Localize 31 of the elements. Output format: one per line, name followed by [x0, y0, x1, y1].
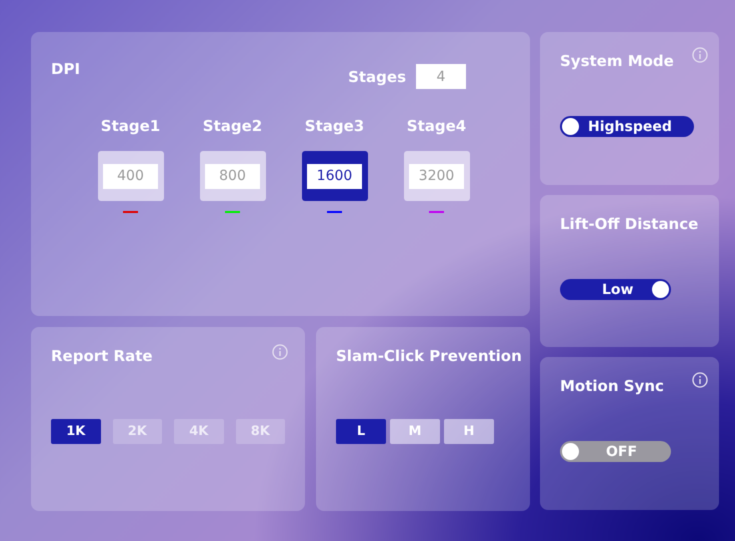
stages-label: Stages	[348, 68, 406, 86]
stage-tile[interactable]: 3200	[404, 151, 470, 201]
toggle-switch[interactable]: Low	[560, 279, 672, 300]
card-title: Motion Sync	[560, 377, 664, 395]
toggle-knob[interactable]	[562, 443, 579, 460]
card-title: Lift-Off Distance	[560, 215, 698, 233]
stage-label: Stage4	[406, 117, 466, 135]
dpi-value-field[interactable]: 800	[205, 164, 260, 188]
stage-label: Stage3	[304, 117, 364, 135]
toggle-knob[interactable]	[652, 281, 670, 298]
dpi-value-field[interactable]: 3200	[409, 164, 464, 188]
card-title: Slam-Click Prevention	[336, 347, 522, 365]
stage-tile[interactable]: 800	[200, 151, 266, 201]
rate-option[interactable]: 1K	[51, 419, 100, 444]
stage-label: Stage2	[202, 117, 262, 135]
toggle-switch[interactable]: Highspeed	[560, 116, 694, 137]
toggle-switch[interactable]: OFF	[560, 441, 672, 462]
toggle-knob[interactable]	[562, 118, 579, 135]
stages-field[interactable]: 4	[416, 64, 466, 89]
stage-tile[interactable]: 400	[98, 151, 164, 201]
level-option[interactable]: H	[444, 419, 494, 444]
dpi-value-field[interactable]: 400	[103, 164, 158, 188]
level-option[interactable]: L	[336, 419, 386, 444]
card-title: System Mode	[560, 52, 674, 70]
card-title: Report Rate	[51, 347, 153, 365]
dpi-value-field[interactable]: 1600	[307, 164, 362, 188]
info-icon[interactable]	[692, 372, 708, 388]
level-option[interactable]: M	[390, 419, 440, 444]
stage-label: Stage1	[100, 117, 160, 135]
card-title: DPI	[51, 60, 80, 78]
stage-tile[interactable]: 1600	[302, 151, 368, 201]
